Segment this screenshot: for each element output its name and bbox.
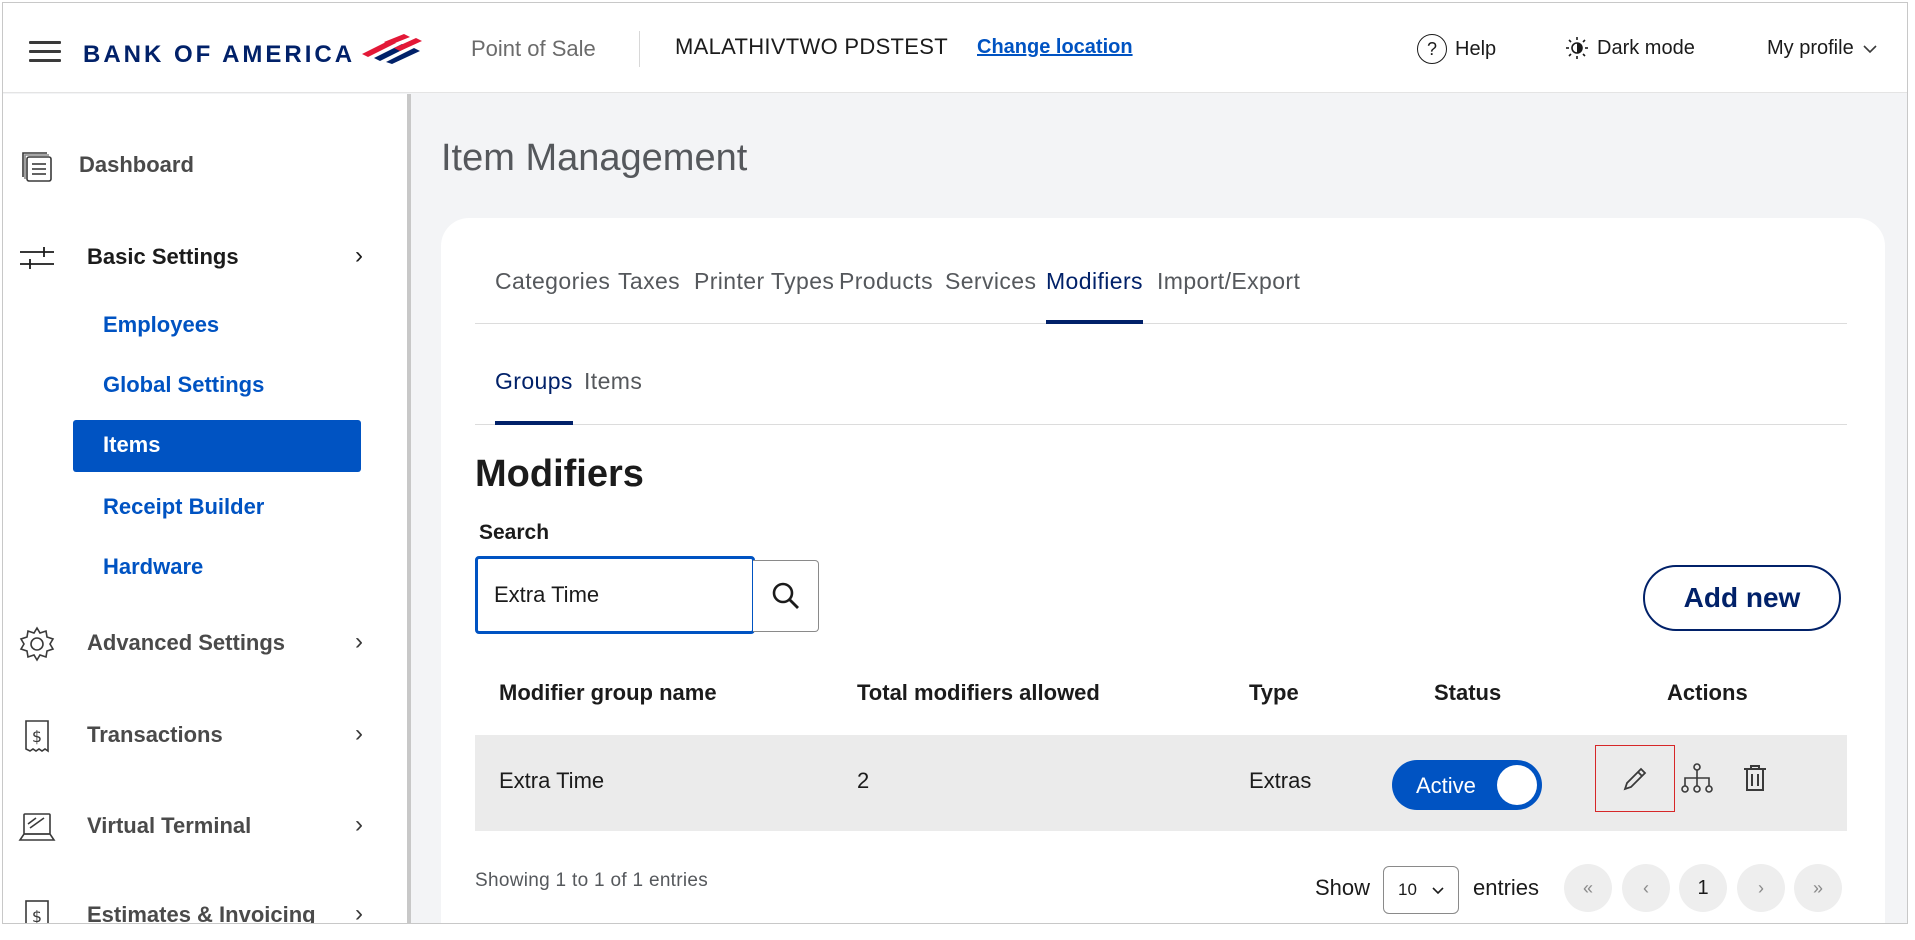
help-icon: ?: [1417, 34, 1447, 64]
header-divider: [639, 31, 640, 67]
app-window: BANK OF AMERICA Point of Sale MALATHIVTW…: [2, 2, 1908, 924]
pencil-icon: [1623, 767, 1647, 790]
profile-menu[interactable]: My profile: [1767, 37, 1878, 60]
page-title: Item Management: [441, 137, 748, 179]
svg-text:$: $: [32, 907, 42, 924]
sidebar-item-label: Advanced Settings: [87, 630, 286, 655]
content-card: Categories Taxes Printer Types Products …: [441, 218, 1885, 923]
app-name: Point of Sale: [471, 36, 596, 61]
tab-printer-types[interactable]: Printer Types: [694, 268, 834, 324]
cell-group-name: Extra Time: [499, 768, 605, 793]
chevron-right-icon: ›: [355, 242, 363, 269]
sidebar-item-label: Transactions: [87, 722, 223, 747]
dark-mode-button[interactable]: Dark mode: [1565, 36, 1695, 60]
invoice-dollar-icon: $: [17, 896, 57, 924]
column-header-type[interactable]: Type: [1249, 680, 1299, 706]
sidebar-subitem-label: Items: [103, 432, 161, 457]
chevron-right-icon: ›: [355, 900, 363, 924]
entries-summary: Showing 1 to 1 of 1 entries: [475, 870, 709, 891]
tab-taxes[interactable]: Taxes: [618, 268, 680, 324]
sidebar-subitem-receipt-builder[interactable]: Receipt Builder: [103, 494, 264, 520]
menu-icon[interactable]: [29, 41, 61, 63]
merchant-name: MALATHIVTWO PDSTEST: [675, 34, 948, 59]
brand-logo-text: BANK OF AMERICA: [83, 41, 356, 68]
help-label: Help: [1455, 37, 1497, 60]
next-page-button[interactable]: ›: [1737, 864, 1785, 912]
section-title: Modifiers: [475, 453, 644, 495]
sidebar-item-label: Basic Settings: [87, 244, 239, 269]
sidebar: Dashboard Basic Settings › Employees Glo…: [3, 94, 411, 924]
sidebar-subitem-global-settings[interactable]: Global Settings: [103, 372, 264, 398]
cell-type: Extras: [1249, 768, 1312, 793]
help-button[interactable]: ? Help: [1417, 34, 1496, 64]
first-page-button[interactable]: «: [1564, 864, 1612, 912]
dashboard-icon: [17, 146, 57, 186]
subtab-bar: Groups Items: [475, 368, 1847, 425]
add-new-button[interactable]: Add new: [1643, 565, 1841, 631]
sidebar-item-dashboard[interactable]: Dashboard: [3, 144, 403, 188]
show-label: Show: [1315, 875, 1371, 900]
search-label: Search: [479, 521, 550, 544]
delete-button[interactable]: [1735, 758, 1775, 798]
tab-services[interactable]: Services: [945, 268, 1036, 324]
gear-icon: [17, 624, 57, 664]
subtab-groups[interactable]: Groups: [495, 368, 573, 425]
sidebar-subitem-employees[interactable]: Employees: [103, 312, 219, 338]
hierarchy-icon: [1681, 763, 1713, 793]
tab-import-export[interactable]: Import/Export: [1157, 268, 1300, 324]
page-1-button[interactable]: 1: [1679, 864, 1727, 912]
chevron-right-icon: ›: [355, 628, 363, 655]
tab-categories[interactable]: Categories: [495, 268, 610, 324]
status-toggle[interactable]: Active: [1392, 760, 1542, 810]
chevron-right-icon: ›: [355, 720, 363, 747]
sidebar-subitem-items[interactable]: Items: [73, 420, 361, 472]
search-input[interactable]: [475, 556, 755, 634]
top-header: BANK OF AMERICA Point of Sale MALATHIVTW…: [3, 3, 1907, 93]
change-location-link[interactable]: Change location: [977, 36, 1133, 59]
terminal-icon: [17, 807, 57, 847]
toggle-knob: [1497, 765, 1537, 805]
edit-button[interactable]: [1595, 745, 1675, 812]
sidebar-item-estimates-invoicing[interactable]: $ Estimates & Invoicing ›: [3, 894, 403, 924]
page-size-value: 10: [1398, 880, 1417, 899]
sliders-icon: [17, 238, 57, 278]
sidebar-item-advanced-settings[interactable]: Advanced Settings ›: [3, 622, 403, 666]
svg-text:$: $: [32, 727, 42, 746]
profile-label: My profile: [1767, 37, 1854, 59]
chevron-right-icon: ›: [355, 811, 363, 838]
last-page-button[interactable]: »: [1794, 864, 1842, 912]
brand-flag-icon: [362, 34, 422, 64]
column-header-total[interactable]: Total modifiers allowed: [857, 680, 1100, 706]
column-header-name[interactable]: Modifier group name: [499, 680, 717, 706]
column-header-actions: Actions: [1667, 680, 1748, 705]
dark-mode-icon: [1566, 37, 1588, 59]
sidebar-item-virtual-terminal[interactable]: Virtual Terminal ›: [3, 805, 403, 849]
prev-page-button[interactable]: ‹: [1622, 864, 1670, 912]
column-header-status[interactable]: Status: [1434, 680, 1501, 706]
chevron-down-icon: [1432, 886, 1444, 894]
trash-icon: [1744, 765, 1766, 791]
hierarchy-button[interactable]: [1677, 758, 1717, 798]
sidebar-item-basic-settings[interactable]: Basic Settings ›: [3, 236, 403, 280]
sidebar-item-label: Estimates & Invoicing: [87, 902, 316, 924]
sidebar-item-label: Dashboard: [79, 152, 194, 177]
sidebar-item-label: Virtual Terminal: [87, 813, 252, 838]
tab-modifiers[interactable]: Modifiers: [1046, 268, 1143, 324]
search-icon: [772, 582, 799, 609]
cell-total-allowed: 2: [857, 768, 870, 793]
sidebar-subitem-hardware[interactable]: Hardware: [103, 554, 203, 580]
receipt-dollar-icon: $: [17, 716, 57, 756]
sidebar-item-transactions[interactable]: $ Transactions ›: [3, 714, 403, 758]
dark-mode-label: Dark mode: [1597, 36, 1695, 59]
subtab-items[interactable]: Items: [584, 368, 642, 425]
chevron-down-icon: [1863, 44, 1877, 53]
page-size-select[interactable]: 10: [1383, 866, 1459, 914]
tab-bar: Categories Taxes Printer Types Products …: [475, 268, 1847, 324]
search-button[interactable]: [753, 560, 819, 632]
entries-label: entries: [1473, 875, 1540, 900]
tab-products[interactable]: Products: [839, 268, 933, 324]
status-label: Active: [1416, 773, 1476, 798]
